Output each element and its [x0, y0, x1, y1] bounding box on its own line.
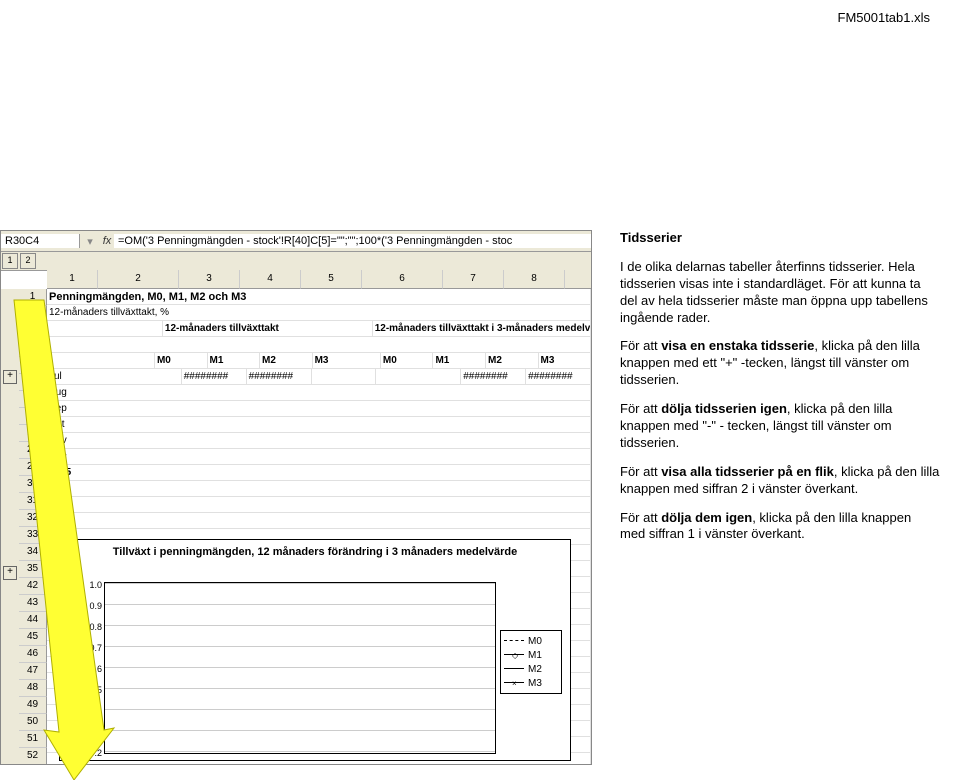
cell[interactable]	[376, 369, 461, 385]
legend-item: M2	[504, 662, 558, 676]
column-header[interactable]: 7	[443, 270, 504, 289]
formula-content[interactable]: =OM('3 Penningmängden - stock'!R[40]C[5]…	[114, 234, 591, 248]
dropdown-icon[interactable]: ▾	[80, 235, 100, 248]
instruction-p1: I de olika delarnas tabeller återfinns t…	[620, 259, 940, 327]
chart-title: Tillväxt i penningmängden, 12 månaders f…	[60, 540, 570, 564]
instruction-p3: För att dölja tidsserien igen, klicka på…	[620, 401, 940, 452]
legend-item: ×M3	[504, 676, 558, 690]
cell[interactable]: Jan	[47, 481, 591, 497]
legend-item: ◇M1	[504, 648, 558, 662]
cell[interactable]: M1	[208, 353, 261, 369]
cell[interactable]: Feb	[47, 497, 591, 513]
cell[interactable]: M0	[381, 353, 434, 369]
callout-arrow	[4, 300, 114, 780]
instruction-p5: För att dölja dem igen, klicka på den li…	[620, 510, 940, 544]
column-header[interactable]: 6	[362, 270, 443, 289]
instruction-p4: För att visa alla tidsserier på en flik,…	[620, 464, 940, 498]
cell[interactable]	[312, 369, 377, 385]
page-filename: FM5001tab1.xls	[838, 10, 931, 25]
cell[interactable]: M1	[433, 353, 486, 369]
column-header[interactable]: 5	[301, 270, 362, 289]
cell[interactable]: 12-månaders tillväxttakt	[163, 321, 373, 337]
cell[interactable]: Mar	[47, 513, 591, 529]
cell[interactable]: Penningmängden, M0, M1, M2 och M3	[47, 289, 591, 305]
column-header[interactable]: 8	[504, 270, 565, 289]
cell[interactable]: Okt	[47, 417, 591, 433]
cell[interactable]	[47, 337, 591, 353]
cell[interactable]: M3	[313, 353, 381, 369]
instruction-p2: För att visa en enstaka tidsserie, klick…	[620, 338, 940, 389]
column-header[interactable]: 3	[179, 270, 240, 289]
main-area: R30C4 ▾ fx =OM('3 Penningmängden - stock…	[0, 230, 960, 763]
instruction-heading: Tidsserier	[620, 230, 682, 245]
cell[interactable]: Dec	[47, 449, 591, 465]
cell[interactable]: M3	[539, 353, 592, 369]
instruction-text: Tidsserier I de olika delarnas tabeller …	[620, 230, 940, 555]
fx-icon[interactable]: fx	[100, 235, 114, 247]
cell[interactable]: 2005	[47, 465, 591, 481]
cell[interactable]: ########	[247, 369, 312, 385]
column-header[interactable]: 2	[98, 270, 179, 289]
cell[interactable]: M0	[155, 353, 208, 369]
cell[interactable]: M2	[486, 353, 539, 369]
outline-level-1[interactable]: 1	[2, 253, 18, 269]
column-header[interactable]: 1	[47, 270, 98, 289]
cell[interactable]: ########	[461, 369, 526, 385]
cell[interactable]: ########	[526, 369, 591, 385]
legend-item: M0	[504, 634, 558, 648]
column-headers: 12345678910	[47, 270, 592, 288]
outline-column-row: 1 2	[1, 252, 591, 271]
formula-bar: R30C4 ▾ fx =OM('3 Penningmängden - stock…	[1, 231, 591, 252]
cell[interactable]: Aug	[47, 385, 591, 401]
cell[interactable]: ########	[182, 369, 247, 385]
cell[interactable]: Nov	[47, 433, 591, 449]
column-header[interactable]: 4	[240, 270, 301, 289]
cell-reference[interactable]: R30C4	[1, 234, 80, 248]
cell[interactable]: Sep	[47, 401, 591, 417]
cell[interactable]: M2	[260, 353, 313, 369]
column-header[interactable]: 9	[565, 270, 592, 289]
cell[interactable]: 12-månaders tillväxttakt, %	[47, 305, 591, 321]
chart-plot-area	[104, 582, 496, 754]
cell[interactable]: 12-månaders tillväxttakt i 3-månaders me…	[373, 321, 591, 337]
chart-legend: M0◇M1M2×M3	[500, 630, 562, 694]
outline-level-2[interactable]: 2	[20, 253, 36, 269]
embedded-chart[interactable]: Tillväxt i penningmängden, 12 månaders f…	[59, 539, 571, 761]
